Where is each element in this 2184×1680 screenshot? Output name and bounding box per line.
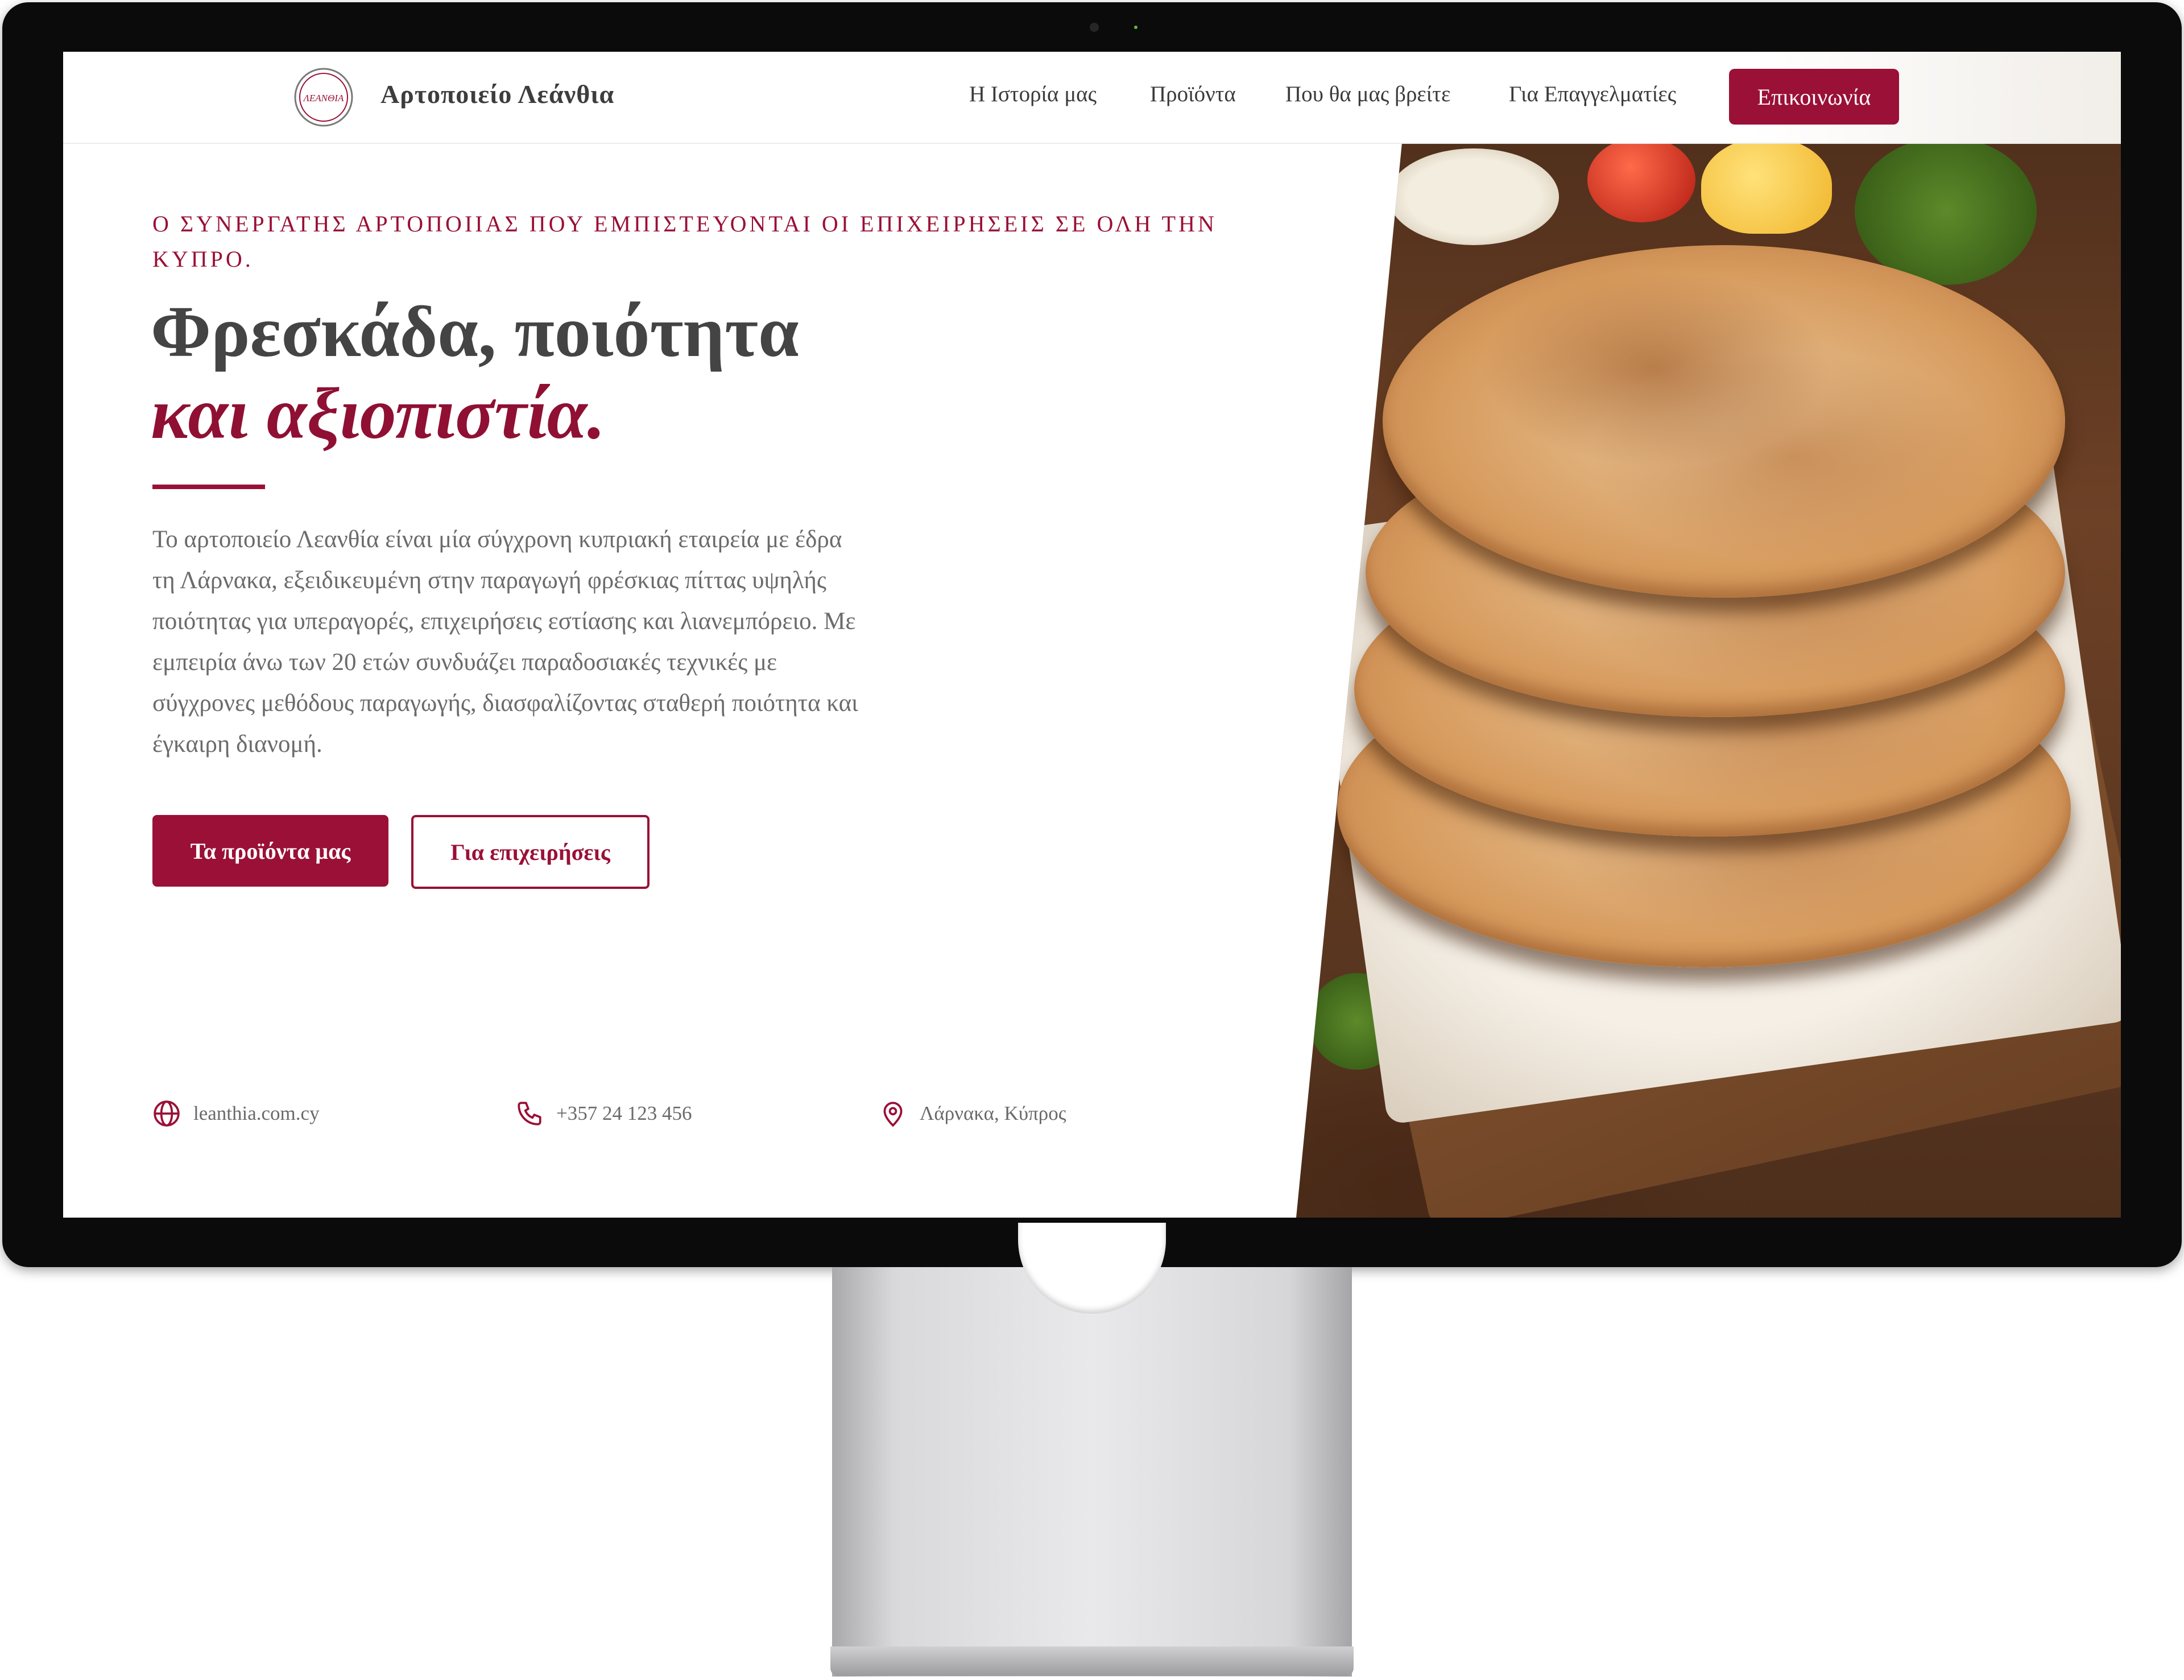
hero-headline: Φρεσκάδα, ποιότητα και αξιοπιστία.	[151, 291, 799, 454]
website-screen: ΛΕΑΝΘΙΑ Αρτοποιείο Λεάνθια Η Ιστορία μας…	[63, 52, 2121, 1218]
monitor-stand	[832, 1267, 1352, 1677]
parsley	[1855, 143, 2037, 285]
contact-location[interactable]: Λάρνακα, Κύπρος	[879, 1099, 1066, 1128]
nav-item-products[interactable]: Προϊόντα	[1150, 81, 1236, 107]
business-button[interactable]: Για επιχειρήσεις	[411, 815, 650, 889]
location-text: Λάρνακα, Κύπρος	[920, 1102, 1066, 1124]
top-navigation: ΛΕΑΝΘΙΑ Αρτοποιείο Λεάνθια Η Ιστορία μας…	[63, 52, 2121, 144]
logo-icon[interactable]: ΛΕΑΝΘΙΑ	[292, 65, 355, 129]
brand-name[interactable]: Αρτοποιείο Λεάνθια	[380, 79, 614, 109]
globe-icon	[154, 1100, 180, 1127]
hero-eyebrow: Ο ΣΥΝΕΡΓΑΤΗΣ ΑΡΤΟΠΟΙΙΑΣ ΠΟΥ ΕΜΠΙΣΤΕΥΟΝΤΑ…	[152, 211, 1217, 272]
pita-1	[1383, 245, 2065, 598]
headline-line-2: και αξιοπιστία.	[151, 373, 606, 454]
website-text: leanthia.com.cy	[193, 1102, 320, 1124]
contact-button[interactable]: Επικοινωνία	[1729, 69, 1899, 125]
logo-text: ΛΕΑΝΘΙΑ	[303, 93, 344, 104]
headline-line-1: Φρεσκάδα, ποιότητα	[151, 291, 799, 372]
stand-base	[830, 1646, 1354, 1676]
phone-text: +357 24 123 456	[556, 1102, 692, 1124]
camera-led	[1134, 26, 1138, 29]
nav-item-locations[interactable]: Που θα μας βρείτε	[1285, 81, 1450, 107]
lemon	[1701, 143, 1832, 234]
hero-intro-text: Το αρτοποιείο Λεανθία είναι μία σύγχρονη…	[152, 526, 858, 758]
phone-icon	[518, 1102, 541, 1125]
dip-bowl	[1388, 148, 1559, 245]
products-button[interactable]: Τα προϊόντα μας	[152, 815, 388, 887]
headline-divider	[152, 485, 265, 489]
map-pin-icon	[883, 1102, 903, 1127]
nav-item-history[interactable]: Η Ιστορία μας	[969, 81, 1097, 107]
nav-item-professionals[interactable]: Για Επαγγελματίες	[1509, 81, 1676, 107]
tomato	[1587, 143, 1695, 222]
camera-icon	[1090, 23, 1099, 32]
contact-website[interactable]: leanthia.com.cy	[152, 1099, 320, 1128]
contact-phone[interactable]: +357 24 123 456	[515, 1099, 692, 1128]
